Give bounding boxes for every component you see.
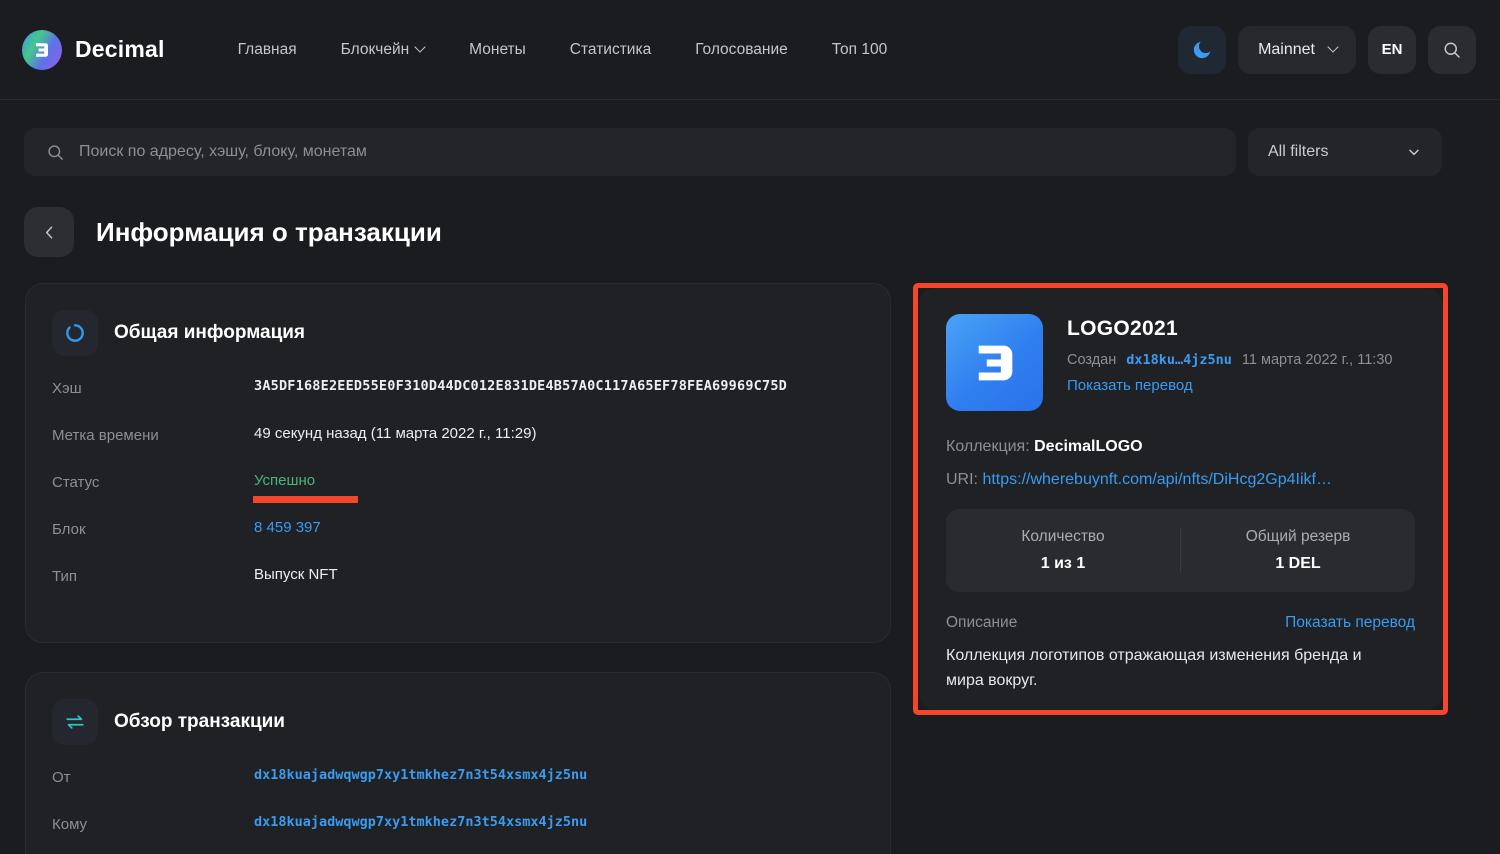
language-selector[interactable]: EN: [1368, 25, 1416, 74]
page-title: Информация о транзакции: [96, 216, 442, 247]
app-root: Decimal Главная Блокчейн Монеты Статисти…: [0, 0, 1500, 854]
row-label: Блок: [52, 521, 86, 538]
chevron-left-icon: [45, 225, 52, 239]
loading-circle-icon: [52, 310, 98, 356]
decimal-logo-icon: [22, 29, 62, 70]
block-number-link[interactable]: 8 459 397: [254, 519, 321, 536]
search-row: Поиск по адресу, хэшу, блоку, монетам Al…: [24, 128, 1442, 176]
nav-item-label: Статистика: [569, 40, 652, 58]
general-info-title: Общая информация: [114, 322, 306, 343]
transaction-hash-value: 3A5DF168E2EED55E0F310D44DC012E831DE4B57A…: [254, 378, 787, 394]
transaction-overview-card: Обзор транзакции От dx18kuajadwqwgp7xy1t…: [25, 672, 891, 854]
network-label: Mainnet: [1258, 40, 1315, 58]
row-label: Статус: [52, 474, 100, 491]
main-nav: Главная Блокчейн Монеты Статистика Голос…: [216, 31, 910, 69]
timestamp-value: 49 секунд назад (11 марта 2022 г., 11:29…: [254, 425, 537, 442]
status-badge: Успешно: [253, 472, 358, 503]
moon-icon: [1193, 41, 1211, 58]
table-row: Блок 8 459 397: [52, 519, 864, 566]
search-icon: [48, 144, 63, 160]
general-info-header: Общая информация: [26, 284, 890, 356]
transaction-overview-title: Обзор транзакции: [114, 711, 285, 732]
all-filters-label: All filters: [1268, 143, 1329, 160]
header-actions: Mainnet EN: [1178, 25, 1476, 74]
table-row: Тип Выпуск NFT: [52, 566, 864, 613]
nav-item-label: Топ 100: [831, 40, 888, 58]
nav-item-voting[interactable]: Голосование: [673, 31, 810, 69]
row-label: От: [52, 769, 71, 786]
brand-name: Decimal: [75, 36, 165, 62]
chevron-down-icon: [1409, 149, 1419, 156]
row-label: Кому: [52, 816, 88, 833]
table-row: От dx18kuajadwqwgp7xy1tmkhez7n3t54xsmx4j…: [52, 767, 864, 814]
nav-item-blockchain[interactable]: Блокчейн: [319, 31, 448, 69]
chevron-down-icon: [416, 43, 425, 52]
nav-item-coins[interactable]: Монеты: [447, 31, 548, 69]
search-icon: [1444, 42, 1460, 58]
general-info-card: Общая информация Хэш 3A5DF168E2EED55E0F3…: [25, 283, 891, 643]
chevron-down-icon: [1329, 43, 1338, 52]
status-text: Успешно: [254, 472, 316, 489]
search-input[interactable]: Поиск по адресу, хэшу, блоку, монетам: [24, 128, 1236, 176]
row-label: Хэш: [52, 380, 82, 397]
table-row: Метка времени 49 секунд назад (11 марта …: [52, 425, 864, 472]
general-info-rows: Хэш 3A5DF168E2EED55E0F310D44DC012E831DE4…: [26, 356, 890, 613]
theme-toggle-button[interactable]: [1178, 25, 1227, 74]
nav-item-statistics[interactable]: Статистика: [548, 31, 673, 69]
language-label: EN: [1381, 41, 1403, 58]
brand-logo-link[interactable]: Decimal: [22, 29, 165, 70]
nft-card-highlight-box: [913, 283, 1448, 715]
transaction-type-value: Выпуск NFT: [254, 566, 338, 583]
nav-item-label: Главная: [237, 40, 297, 58]
all-filters-dropdown[interactable]: All filters: [1248, 128, 1442, 176]
from-address-link[interactable]: dx18kuajadwqwgp7xy1tmkhez7n3t54xsmx4jz5n…: [254, 767, 587, 783]
header-search-button[interactable]: [1428, 25, 1476, 74]
nav-item-label: Блокчейн: [340, 40, 410, 58]
status-highlight-underline: [253, 496, 358, 503]
table-row: Кому dx18kuajadwqwgp7xy1tmkhez7n3t54xsmx…: [52, 814, 864, 854]
row-label: Тип: [52, 568, 78, 585]
nav-item-label: Голосование: [695, 40, 788, 58]
page-title-row: Информация о транзакции: [24, 207, 442, 257]
table-row: Статус Успешно: [52, 472, 864, 519]
nav-item-home[interactable]: Главная: [216, 31, 319, 69]
search-placeholder: Поиск по адресу, хэшу, блоку, монетам: [79, 143, 367, 160]
transaction-overview-rows: От dx18kuajadwqwgp7xy1tmkhez7n3t54xsmx4j…: [26, 745, 890, 854]
row-label: Метка времени: [52, 427, 159, 444]
exchange-arrows-icon: [52, 699, 98, 745]
network-selector[interactable]: Mainnet: [1238, 25, 1356, 74]
table-row: Хэш 3A5DF168E2EED55E0F310D44DC012E831DE4…: [52, 378, 864, 425]
nav-item-label: Монеты: [469, 40, 526, 58]
to-address-link[interactable]: dx18kuajadwqwgp7xy1tmkhez7n3t54xsmx4jz5n…: [254, 814, 587, 830]
top-header: Decimal Главная Блокчейн Монеты Статисти…: [0, 0, 1500, 100]
transaction-overview-header: Обзор транзакции: [26, 673, 890, 745]
back-button[interactable]: [24, 207, 74, 257]
nav-item-top100[interactable]: Топ 100: [810, 31, 909, 69]
